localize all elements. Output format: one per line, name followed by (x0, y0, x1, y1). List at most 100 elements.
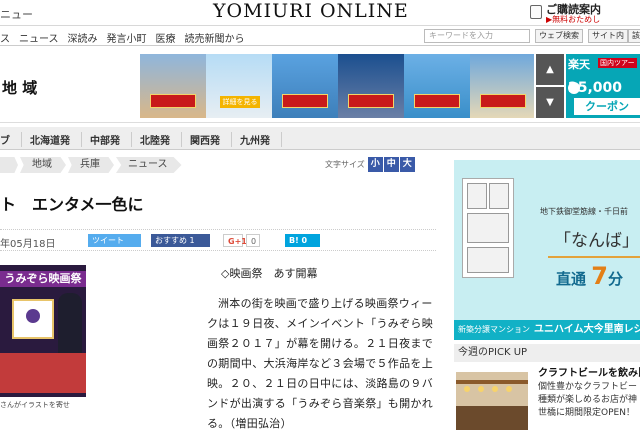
ad-badge (480, 94, 526, 108)
article-paragraph: 洲本の街を映画で盛り上げる映画祭ウィークは１９日夜、メインイベント「うみぞら映画… (207, 297, 433, 430)
article-lead: ◇映画祭 あす開幕 (221, 267, 318, 280)
rakuten-ad[interactable]: 楽天 国内ツアー 25,000 クーポン (566, 54, 640, 118)
extra-button[interactable]: 該 (628, 29, 640, 43)
photo-banner-text: うみぞら映画祭 (0, 271, 86, 287)
section-title: 地 域 (2, 79, 38, 97)
pickup-light (492, 386, 498, 392)
region-tab-partial[interactable]: ブ (0, 132, 22, 147)
floor-plan-image (462, 178, 514, 278)
facebook-recommend-button[interactable]: おすすめ 1 (151, 234, 210, 247)
region-tab-kyushu[interactable]: 九州発 (232, 132, 282, 147)
top-bar: ニュー YOMIURI ONLINE ご購読案内 ▶無料おためし (0, 0, 640, 26)
ad-image (470, 54, 534, 118)
pickup-shelf (456, 380, 528, 384)
font-size-label: 文字サイズ (325, 160, 365, 169)
arrow-up-icon[interactable]: ▲ (536, 54, 564, 85)
ad-namba-text: 「なんば」 (554, 231, 639, 251)
photo-crest (26, 309, 40, 323)
ad-image (404, 54, 470, 118)
ad-badge (414, 94, 460, 108)
ad-badge (282, 94, 328, 108)
ad-footer-small: 新築分譲マンション (458, 325, 530, 334)
hotel-ad-banner[interactable]: 詳細を見る (140, 54, 534, 118)
web-search-button[interactable]: ウェブ検索 (535, 29, 583, 43)
pickup-image[interactable] (456, 372, 528, 430)
nav-item-news[interactable]: ニュース (19, 30, 59, 45)
rakuten-logo: 楽天 (568, 58, 590, 71)
free-trial-label: ▶無料おためし (546, 15, 601, 24)
ad-direct-label: 直通 (556, 270, 587, 288)
main-nav: ス ニュース 深読み 発言小町 医療 読売新聞から キーワードを入力 ウェブ検索… (0, 27, 640, 46)
pickup-description: 個性豊かなクラフトビー 種類が楽しめるお店が神 世橋に期間限定OPEN！ (538, 381, 640, 420)
pickup-light (506, 386, 512, 392)
font-size-switcher: 文字サイズ 小 中 大 (325, 157, 416, 172)
ad-direction-text: 地下鉄御堂筋線・千日前 (540, 207, 628, 216)
ad-divider (548, 256, 640, 258)
breadcrumb-news[interactable]: ニュース (116, 157, 182, 173)
arrow-down-icon[interactable]: ▼ (536, 87, 564, 118)
subscribe-link[interactable]: ご購読案内 ▶無料おためし (528, 1, 640, 25)
breadcrumb-hyogo[interactable]: 兵庫 (68, 157, 114, 173)
nav-item-partial[interactable]: ス (0, 30, 10, 45)
article-body: ◇映画祭 あす開幕 洲本の街を映画で盛り上げる映画祭ウィークは１９日夜、メインイ… (207, 264, 435, 430)
nav-item-from-paper[interactable]: 読売新聞から (185, 30, 245, 45)
ad-image (272, 54, 338, 118)
site-logo[interactable]: YOMIURI ONLINE (213, 0, 409, 22)
font-size-large-button[interactable]: 大 (399, 157, 415, 172)
floor-room (467, 183, 487, 209)
region-tab-hokkaido[interactable]: 北海道発 (22, 132, 82, 147)
newspaper-icon (530, 5, 542, 19)
ad-footer: 新築分譲マンション ユニハイム大今里南レジ (454, 320, 640, 340)
google-plus-button[interactable]: G+1 (223, 234, 247, 247)
article-headline: ト エンタメ一色に (0, 195, 144, 214)
ad-carousel-arrows: ▲ ▼ (536, 54, 564, 118)
tweet-button[interactable]: ツイート (88, 234, 141, 247)
ad-direct-text: 直通 7分 (556, 262, 623, 290)
pickup-desc-line: 種類が楽しめるお店が神 (538, 395, 638, 405)
breadcrumb: 地域 兵庫 ニュース (0, 157, 184, 173)
top-news-link[interactable]: ニュー (0, 6, 33, 22)
pickup-title[interactable]: クラフトビールを飲み比 (538, 364, 640, 379)
ad-badge (150, 94, 196, 108)
pickup-desc-line: 個性豊かなクラフトビー (538, 382, 638, 392)
font-size-medium-button[interactable]: 中 (383, 157, 399, 172)
ad-image (140, 54, 206, 118)
ad-minutes-unit: 分 (607, 270, 623, 288)
search-input[interactable]: キーワードを入力 (424, 29, 530, 43)
floor-room (467, 213, 509, 243)
google-plus-count: 0 (246, 234, 260, 247)
hatena-bookmark-button[interactable]: B! 0 (285, 234, 320, 247)
ad-footer-big: ユニハイム大今里南レジ (534, 324, 640, 335)
ad-badge (348, 94, 394, 108)
nav-item-fukayomi[interactable]: 深読み (68, 30, 98, 45)
breadcrumb-home[interactable] (0, 157, 18, 173)
region-tab-hokuriku[interactable]: 北陸発 (132, 132, 182, 147)
region-tab-chubu[interactable]: 中部発 (82, 132, 132, 147)
pickup-light (478, 386, 484, 392)
floor-room (489, 183, 509, 209)
ad-image (206, 54, 272, 118)
floor-room (467, 247, 509, 273)
condo-ad[interactable]: 地下鉄御堂筋線・千日前 「なんば」 直通 7分 新築分譲マンション ユニハイム大今… (454, 160, 640, 340)
photo-caption: さんがイラストを寄せ (0, 397, 86, 415)
pickup-desc-line: 世橋に期間限定OPEN！ (538, 408, 635, 418)
breadcrumb-region[interactable]: 地域 (20, 157, 66, 173)
font-size-small-button[interactable]: 小 (367, 157, 383, 172)
article-meta: 年05月18日 ツイート おすすめ 1 G+1 0 B! 0 (0, 229, 436, 251)
pickup-light (464, 386, 470, 392)
article-photo[interactable]: うみぞら映画祭 さんがイラストを寄せ (0, 265, 86, 415)
region-tab-kansai[interactable]: 関西発 (182, 132, 232, 147)
pickup-counter (456, 406, 528, 430)
site-search-button[interactable]: サイト内 (588, 29, 628, 43)
pickup-header: 今週のPICK UP (454, 344, 640, 362)
photo-stage (0, 353, 86, 393)
ad-detail-button[interactable]: 詳細を見る (220, 96, 260, 108)
coupon-amount: 25,000 (568, 80, 623, 96)
ad-image (338, 54, 404, 118)
nav-item-komachi[interactable]: 発言小町 (107, 30, 147, 45)
tour-tag: 国内ツアー (598, 58, 637, 68)
nav-item-medical[interactable]: 医療 (156, 30, 176, 45)
region-tabs: ブ 北海道発 中部発 北陸発 関西発 九州発 (0, 127, 640, 150)
coupon-label: クーポン (574, 98, 640, 115)
ad-minutes-number: 7 (591, 262, 608, 290)
